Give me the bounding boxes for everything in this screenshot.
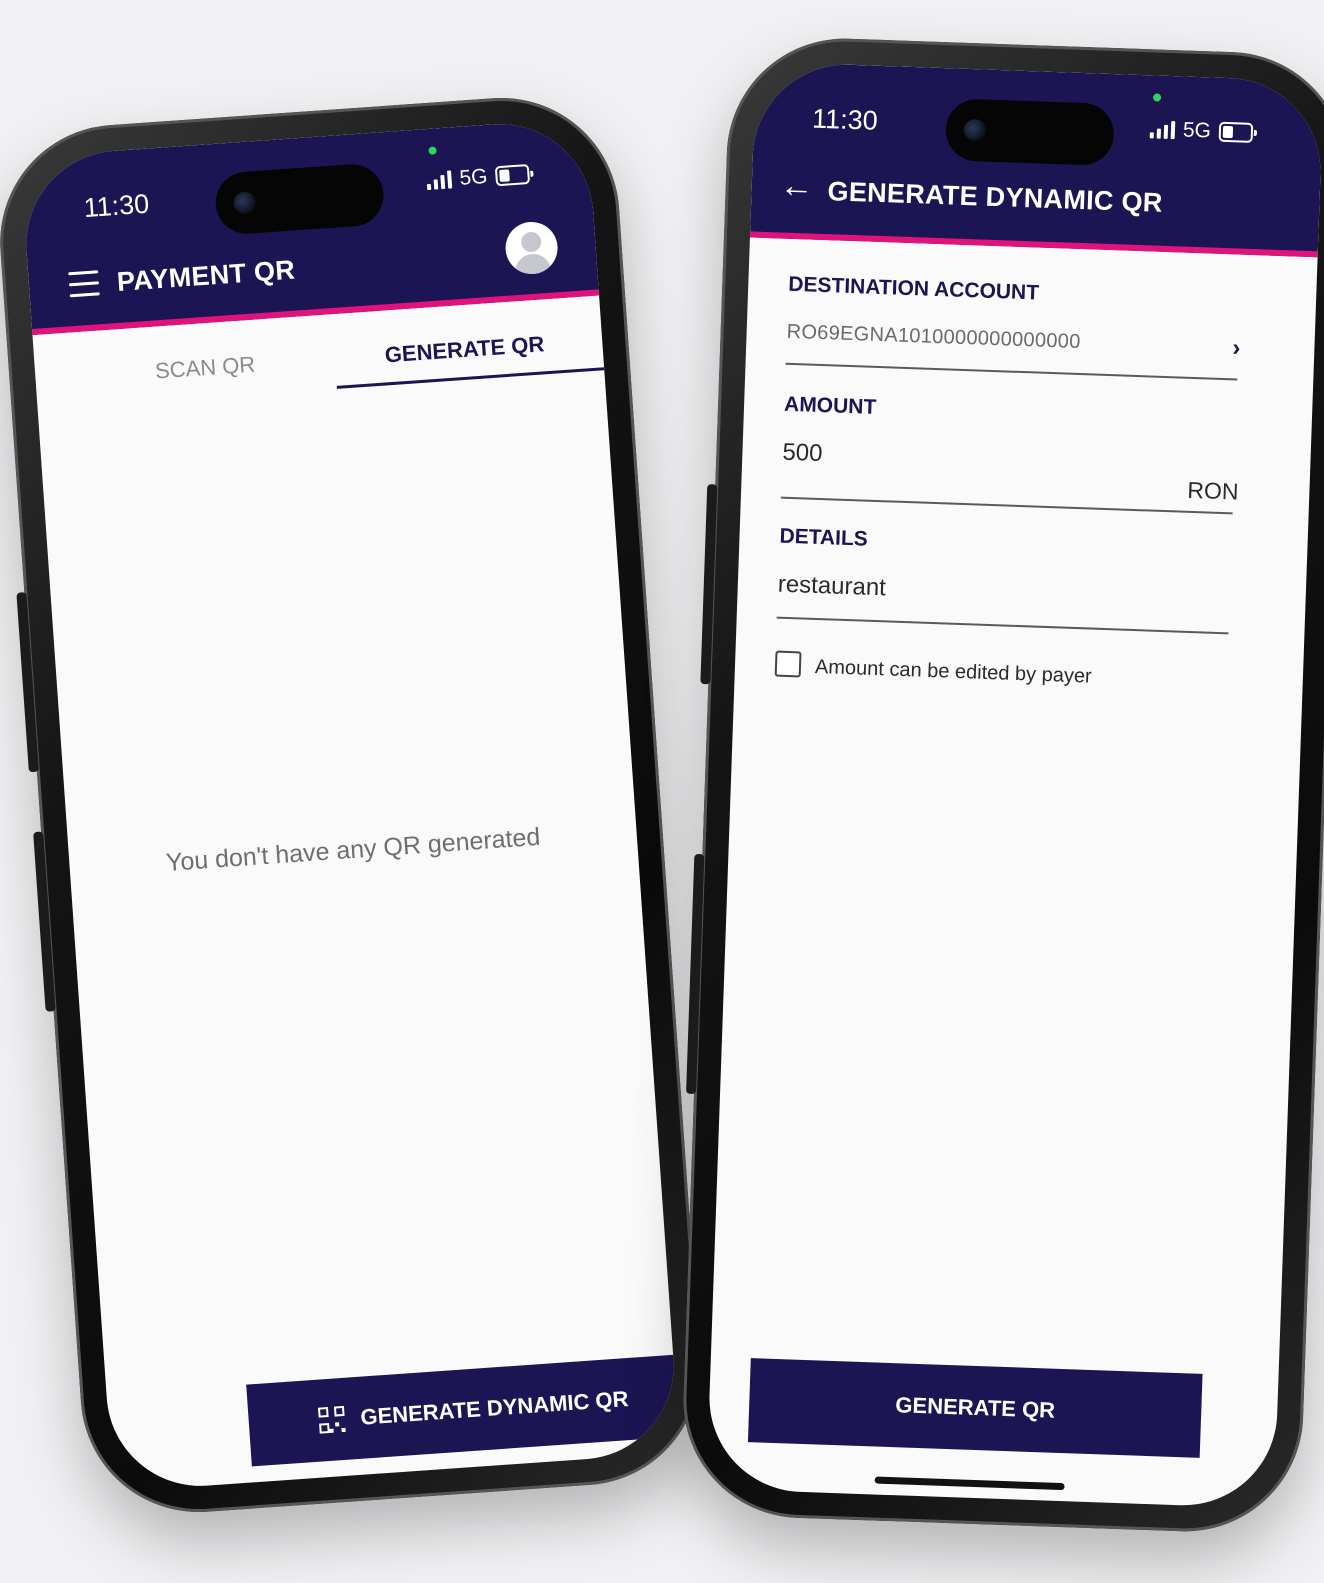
destination-account-label: DESTINATION ACCOUNT [787, 272, 1040, 305]
tab-generate-qr[interactable]: GENERATE QR [344, 329, 585, 372]
generate-qr-label: GENERATE QR [895, 1392, 1056, 1423]
status-icons: 5G [1149, 117, 1254, 145]
destination-account-value[interactable]: RO69EGNA1010000000000000 [786, 321, 1081, 354]
right-screen: 11:30 5G ← GENERATE DYNAMIC QR DESTINATI… [706, 61, 1324, 1509]
currency-label: RON [1186, 476, 1239, 505]
chevron-right-icon[interactable]: › [1232, 334, 1241, 362]
dynamic-island [213, 162, 386, 236]
left-phone-side-button [16, 592, 39, 773]
amount-label: AMOUNT [783, 392, 877, 419]
destination-account-underline [785, 362, 1238, 381]
generate-qr-button[interactable]: GENERATE QR [747, 1358, 1203, 1458]
home-indicator [302, 1464, 503, 1486]
page-title: PAYMENT QR [115, 254, 297, 297]
generate-dynamic-qr-label: GENERATE DYNAMIC QR [359, 1386, 630, 1430]
status-time: 11:30 [811, 103, 879, 136]
details-underline [776, 616, 1229, 635]
home-indicator [874, 1476, 1065, 1491]
empty-state-message: You don't have any QR generated [165, 822, 542, 877]
back-arrow-icon[interactable]: ← [779, 166, 814, 206]
page-title: GENERATE DYNAMIC QR [827, 176, 1164, 218]
tab-scan-qr[interactable]: SCAN QR [95, 347, 316, 388]
avatar-icon[interactable] [503, 220, 560, 276]
amount-input[interactable]: 500 [782, 439, 823, 468]
details-label: DETAILS [779, 524, 869, 551]
right-app-header: 11:30 5G ← GENERATE DYNAMIC QR [749, 61, 1324, 258]
left-screen: 11:30 5G PAYMENT QR SCAN QR GENERATE QR … [20, 117, 680, 1493]
right-phone-side-button-2 [686, 853, 705, 1095]
battery-icon [1218, 121, 1254, 143]
camera-icon [233, 191, 257, 215]
network-type: 5G [1182, 118, 1212, 143]
left-phone: 11:30 5G PAYMENT QR SCAN QR GENERATE QR … [0, 90, 708, 1520]
left-phone-side-button-2 [33, 831, 56, 1012]
signal-icon [1149, 120, 1176, 140]
amount-editable-checkbox[interactable] [774, 650, 802, 678]
privacy-indicator [1152, 93, 1162, 102]
right-phone: 11:30 5G ← GENERATE DYNAMIC QR DESTINATI… [679, 34, 1324, 1536]
battery-icon [494, 163, 531, 187]
amount-editable-label: Amount can be edited by payer [814, 655, 1093, 688]
amount-underline [780, 496, 1233, 515]
status-time: 11:30 [82, 188, 151, 224]
dynamic-island [944, 98, 1115, 167]
details-input[interactable]: restaurant [777, 571, 886, 603]
left-app-header: 11:30 5G PAYMENT QR [20, 117, 600, 336]
right-phone-side-button [700, 484, 718, 685]
menu-icon[interactable] [68, 270, 100, 305]
network-type: 5G [458, 164, 489, 190]
generate-dynamic-qr-button[interactable]: GENERATE DYNAMIC QR [246, 1353, 680, 1467]
signal-icon [426, 170, 453, 191]
qr-code-icon [317, 1405, 346, 1434]
privacy-indicator [428, 146, 437, 155]
active-tab-indicator [336, 367, 605, 389]
status-icons: 5G [426, 162, 531, 193]
camera-icon [963, 118, 987, 142]
